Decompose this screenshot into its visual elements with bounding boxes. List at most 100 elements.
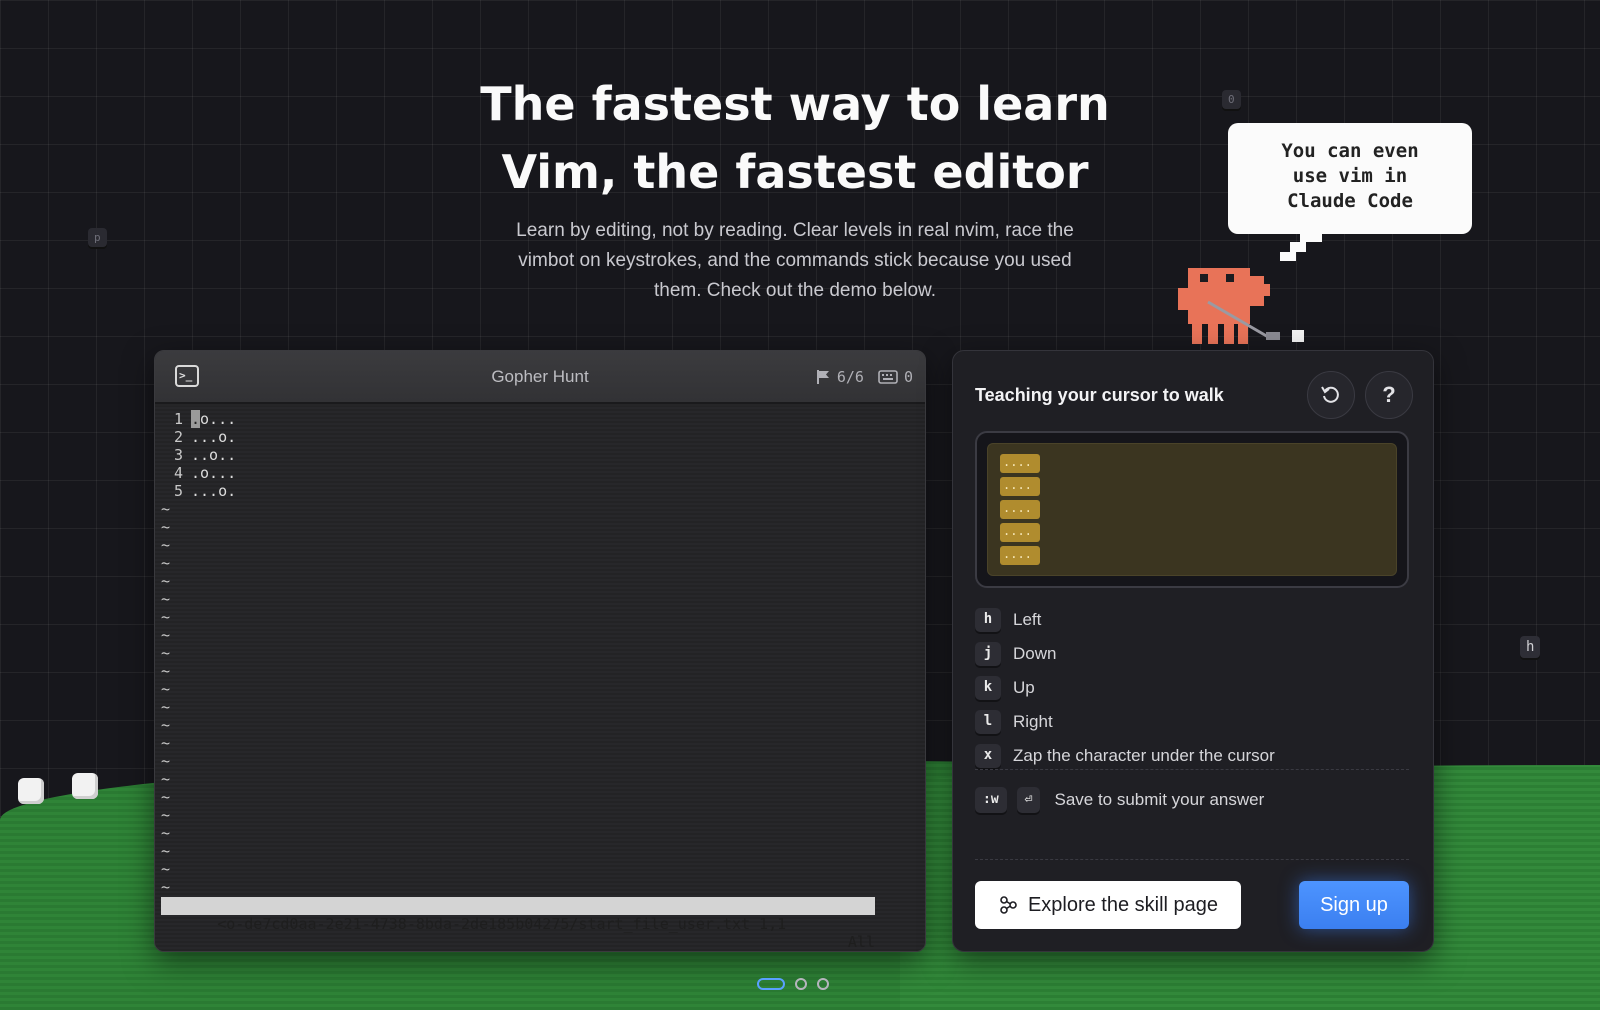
speech-line: Claude Code bbox=[1287, 190, 1413, 212]
sign-up-button[interactable]: Sign up bbox=[1299, 881, 1409, 929]
lesson-panel: Teaching your cursor to walk ? .... ....… bbox=[952, 350, 1434, 952]
key-hint: h Left bbox=[975, 603, 1275, 637]
tilde-line: ~ bbox=[161, 824, 171, 842]
terminal-titlebar: >_ Gopher Hunt 6/6 0 bbox=[155, 351, 925, 404]
tilde-line: ~ bbox=[161, 716, 171, 734]
line-number: 4 bbox=[173, 464, 183, 482]
goal-preview: .... .... .... .... .... bbox=[975, 431, 1409, 588]
tilde-line: ~ bbox=[161, 644, 171, 662]
golf-ball bbox=[72, 773, 98, 799]
divider bbox=[975, 769, 1409, 770]
line-text: ...o. bbox=[191, 428, 237, 446]
tilde-line: ~ bbox=[161, 752, 171, 770]
tilde-line: ~ bbox=[161, 770, 171, 788]
preview-line: .... bbox=[1000, 477, 1040, 496]
divider bbox=[975, 859, 1409, 860]
vim-status-line: <o-de7cd0aa-2e21-4738-8bda-2de185b04275/… bbox=[161, 897, 875, 951]
key-list: h Left j Down k Up l Right x Zap the characte… bbox=[975, 603, 1275, 773]
lesson-title: Teaching your cursor to walk bbox=[975, 385, 1224, 405]
skill-tree-icon bbox=[1000, 896, 1017, 914]
line-number: 2 bbox=[173, 428, 183, 446]
tilde-line: ~ bbox=[161, 806, 171, 824]
explore-label: Explore the skill page bbox=[1027, 893, 1219, 916]
page-subtitle: Learn by editing, not by reading. Clear … bbox=[516, 220, 1074, 301]
carousel-dot[interactable] bbox=[795, 978, 807, 990]
key-cap: h bbox=[975, 608, 1001, 632]
tilde-line: ~ bbox=[161, 500, 171, 518]
key-description: Left bbox=[1013, 610, 1042, 629]
vim-terminal[interactable]: >_ Gopher Hunt 6/6 0 1 .o... 2 ...o. 3 ..o.… bbox=[154, 350, 926, 952]
line-text: ...o. bbox=[191, 482, 237, 500]
keyboard-icon bbox=[878, 370, 898, 384]
preview-line: .... bbox=[1000, 546, 1040, 565]
golf-ball bbox=[18, 778, 44, 804]
carousel-dot[interactable] bbox=[817, 978, 829, 990]
key-description: Down bbox=[1013, 644, 1057, 663]
tilde-line: ~ bbox=[161, 698, 171, 716]
cursor: . bbox=[191, 410, 201, 428]
floating-key: h bbox=[1520, 636, 1541, 658]
line-text: o... bbox=[200, 410, 237, 428]
empty-line-markers: ~ ~ ~ ~ ~ ~ ~ ~ ~ ~ ~ ~ ~ ~ ~ ~ ~ ~ ~ ~ ~ ~ bbox=[161, 500, 919, 896]
preview-line: .... bbox=[1000, 523, 1040, 542]
code-line: 5 ...o. bbox=[161, 482, 919, 500]
speech-tail bbox=[1280, 252, 1296, 261]
tilde-line: ~ bbox=[161, 518, 171, 536]
tilde-line: ~ bbox=[161, 860, 171, 878]
tilde-line: ~ bbox=[161, 572, 171, 590]
code-line: 1 .o... bbox=[161, 410, 919, 428]
tilde-line: ~ bbox=[161, 680, 171, 698]
tilde-line: ~ bbox=[161, 536, 171, 554]
terminal-stats: 6/6 0 bbox=[815, 368, 913, 386]
tilde-line: ~ bbox=[161, 788, 171, 806]
keystroke-count: 0 bbox=[903, 368, 913, 386]
explore-skill-button[interactable]: Explore the skill page bbox=[975, 881, 1241, 929]
key-cap: l bbox=[975, 710, 1001, 734]
line-number: 1 bbox=[173, 410, 183, 428]
speech-tail bbox=[1300, 230, 1322, 242]
key-hint: l Right bbox=[975, 705, 1275, 739]
speech-tail bbox=[1290, 242, 1306, 252]
code-line: 4 .o... bbox=[161, 464, 919, 482]
key-cap: k bbox=[975, 676, 1001, 700]
terminal-buffer[interactable]: 1 .o... 2 ...o. 3 ..o.. 4 .o... 5 ...o. ~ ~ ~ ~ ~… bbox=[155, 406, 925, 951]
tilde-line: ~ bbox=[161, 626, 171, 644]
tilde-line: ~ bbox=[161, 590, 171, 608]
terminal-title: Gopher Hunt bbox=[491, 367, 589, 386]
code-line: 3 ..o.. bbox=[161, 446, 919, 464]
enter-key-icon: ⏎ bbox=[1016, 787, 1041, 813]
flag-icon bbox=[816, 370, 829, 384]
level-count: 6/6 bbox=[836, 368, 864, 386]
status-filename: <o-de7cd0aa-2e21-4738-8bda-2de185b04275/… bbox=[217, 915, 787, 933]
line-text: .o... bbox=[191, 464, 237, 482]
key-cap: x bbox=[975, 744, 1001, 768]
tilde-line: ~ bbox=[161, 734, 171, 752]
key-hint: k Up bbox=[975, 671, 1275, 705]
carousel-dot-active[interactable] bbox=[757, 978, 785, 990]
floating-key: 0 bbox=[1222, 90, 1241, 109]
status-position: All bbox=[847, 933, 875, 951]
speech-bubble: You can even use vim in Claude Code bbox=[1232, 127, 1468, 230]
tilde-line: ~ bbox=[161, 878, 171, 896]
tilde-line: ~ bbox=[161, 842, 171, 860]
tilde-line: ~ bbox=[161, 608, 171, 626]
line-text: ..o.. bbox=[191, 446, 237, 464]
title-line-1: The fastest way to learn bbox=[480, 77, 1110, 131]
key-cap: :w bbox=[975, 787, 1007, 813]
key-description: Up bbox=[1013, 678, 1035, 697]
line-number: 5 bbox=[173, 482, 183, 500]
key-description: Right bbox=[1013, 712, 1053, 731]
reset-button[interactable] bbox=[1307, 371, 1355, 419]
code-line: 2 ...o. bbox=[161, 428, 919, 446]
title-line-2: Vim, the fastest editor bbox=[501, 145, 1089, 199]
tilde-line: ~ bbox=[161, 662, 171, 680]
speech-line: You can even bbox=[1281, 140, 1419, 162]
help-button[interactable]: ? bbox=[1365, 371, 1413, 419]
page-title: The fastest way to learn Vim, the fastes… bbox=[380, 70, 1210, 206]
save-description: Save to submit your answer bbox=[1054, 790, 1265, 809]
floating-key: p bbox=[88, 228, 107, 247]
reset-icon bbox=[1321, 386, 1339, 403]
preview-buffer: .... .... .... .... .... bbox=[987, 443, 1397, 576]
preview-line: .... bbox=[1000, 500, 1040, 519]
help-icon: ? bbox=[1382, 382, 1396, 407]
